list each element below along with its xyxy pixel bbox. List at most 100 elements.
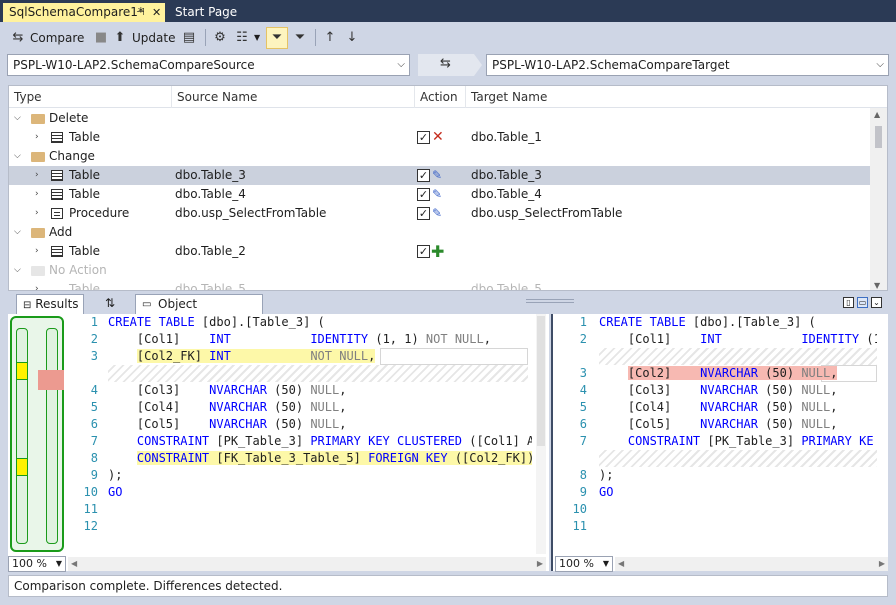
update-button[interactable]: ⬆ Update [112, 27, 176, 49]
type-cell: Table [69, 187, 101, 201]
target-zoom-select[interactable]: 100 % ▼ [555, 556, 613, 572]
stop-button[interactable]: ■ [93, 27, 109, 49]
options-button[interactable]: ⚙ [212, 27, 228, 49]
scroll-thumb[interactable] [537, 316, 545, 446]
column-header-type[interactable]: Type [9, 86, 172, 108]
results-icon: ⊟ [23, 300, 32, 311]
toolbar-separator [315, 29, 316, 46]
include-checkbox[interactable]: ✓ [417, 188, 430, 201]
line-number: 10 [572, 502, 587, 516]
expand-chevron-icon[interactable]: › [35, 280, 39, 290]
collapse-pane-button[interactable]: ⌄ [871, 297, 882, 308]
tab-results[interactable]: ⊟ Results [16, 294, 84, 314]
column-header-target-name[interactable]: Target Name [466, 86, 871, 108]
folder-icon [31, 266, 45, 276]
code-line: ); [599, 468, 614, 482]
filter-icon: ⏷ [271, 30, 283, 45]
type-cell: Table [69, 244, 101, 258]
table-row[interactable]: › Table dbo.Table_5 dbo.Table_5 [9, 280, 871, 290]
expand-chevron-icon[interactable]: › [35, 204, 39, 223]
expand-chevron-icon[interactable]: › [35, 128, 39, 147]
group-row-change[interactable]: ⌵ Change [9, 147, 871, 166]
grid-vertical-scrollbar[interactable]: ▲ ▼ [870, 108, 887, 290]
code-line: [Col2] NVARCHAR (50) NULL, [627, 366, 838, 380]
collapse-chevron-icon[interactable]: ⌵ [14, 147, 21, 166]
collapse-chevron-icon[interactable]: ⌵ [14, 109, 21, 128]
collapse-chevron-icon[interactable]: ⌵ [14, 261, 21, 280]
table-row[interactable]: › Table ✓ ✕ dbo.Table_1 [9, 128, 871, 147]
scroll-right-icon[interactable]: ▶ [879, 557, 885, 571]
group-row-add[interactable]: ⌵ Add [9, 223, 871, 242]
column-header-action[interactable]: Action [415, 86, 466, 108]
source-selector[interactable]: PSPL-W10-LAP2.SchemaCompareSource ⌵ [7, 54, 410, 76]
difference-overview-map[interactable] [10, 316, 64, 552]
filter-button[interactable]: ⏷ [266, 27, 288, 49]
source-horizontal-scrollbar[interactable]: ◀ ▶ [68, 557, 546, 571]
table-row[interactable]: › Table dbo.Table_2 ✓ ✚ [9, 242, 871, 261]
split-vertical-button[interactable]: ▯ [843, 297, 854, 308]
source-vertical-scrollbar[interactable] [536, 314, 546, 554]
tab-object-definitions[interactable]: ▭ Object Definitions [135, 294, 263, 330]
group-row-delete[interactable]: ⌵ Delete [9, 109, 871, 128]
table-row[interactable]: › Table dbo.Table_3 ✓ ✎ dbo.Table_3 [9, 166, 871, 185]
next-change-button[interactable]: ↓ [344, 27, 360, 49]
type-cell: Table [69, 168, 101, 182]
overview-lane-source [16, 328, 28, 544]
tab-sort-toggle[interactable]: ⇅ [100, 294, 128, 314]
source-zoom-select[interactable]: 100 % ▼ [8, 556, 66, 572]
compare-icon: ⇆ [12, 30, 24, 45]
source-script-pane: 1 2 3 4 5 6 7 8 9 10 11 12 CREATE TABLE … [8, 314, 549, 572]
splitter-grip[interactable] [526, 299, 574, 303]
line-number: 6 [579, 417, 587, 431]
line-number: 6 [90, 417, 98, 431]
compare-button[interactable]: ⇆ Compare [10, 27, 85, 49]
scroll-left-icon[interactable]: ◀ [71, 557, 77, 571]
group-row-no-action[interactable]: ⌵ No Action [9, 261, 871, 280]
source-code-editor[interactable]: CREATE TABLE [dbo].[Table_3] ( [Col1] IN… [108, 314, 532, 554]
target-horizontal-scrollbar[interactable]: ◀ ▶ [615, 557, 888, 571]
chevron-down-icon: ⌵ [397, 59, 405, 70]
zoom-value: 100 % [12, 557, 47, 570]
target-selector[interactable]: PSPL-W10-LAP2.SchemaCompareTarget ⌵ [486, 54, 889, 76]
endpoint-selectors: PSPL-W10-LAP2.SchemaCompareSource ⌵ ⇆ PS… [0, 52, 896, 82]
source-name-cell: dbo.Table_3 [175, 168, 246, 182]
include-checkbox[interactable]: ✓ [417, 245, 430, 258]
generate-script-button[interactable]: ▤ [181, 27, 197, 49]
changed-line-box [380, 348, 528, 365]
column-header-source-name[interactable]: Source Name [172, 86, 415, 108]
group-results-button[interactable]: ☷ ▼ [234, 27, 260, 49]
scroll-down-icon[interactable]: ▼ [874, 281, 880, 290]
table-icon [51, 170, 63, 181]
include-checkbox[interactable]: ✓ [417, 207, 430, 220]
tab-start-page[interactable]: Start Page [169, 3, 243, 22]
results-label: Results [35, 297, 79, 311]
tab-schema-compare[interactable]: SqlSchemaCompare1* ⊣ ✕ [3, 3, 165, 22]
gear-icon: ⚙ [214, 30, 226, 45]
expand-chevron-icon[interactable]: › [35, 166, 39, 185]
include-checkbox[interactable]: ✓ [417, 169, 430, 182]
table-row[interactable]: › Procedure dbo.usp_SelectFromTable ✓ ✎ … [9, 204, 871, 223]
pin-icon[interactable]: ⊣ [136, 3, 145, 22]
source-name-cell: dbo.Table_4 [175, 187, 246, 201]
line-number: 7 [90, 434, 98, 448]
clear-filter-icon: ⏷ [294, 30, 306, 45]
type-cell: Procedure [69, 206, 130, 220]
expand-chevron-icon[interactable]: › [35, 242, 39, 261]
close-icon[interactable]: ✕ [152, 3, 161, 22]
previous-change-button[interactable]: ↑ [322, 27, 338, 49]
include-checkbox[interactable]: ✓ [417, 131, 430, 144]
type-cell: Table [69, 130, 101, 144]
scroll-thumb[interactable] [875, 126, 882, 148]
table-icon [51, 246, 63, 257]
clear-filter-button[interactable]: ⏷ [292, 27, 308, 49]
expand-chevron-icon[interactable]: › [35, 185, 39, 204]
table-row[interactable]: › Table dbo.Table_4 ✓ ✎ dbo.Table_4 [9, 185, 871, 204]
change-action-icon: ✎ [432, 168, 443, 182]
swap-direction-button[interactable]: ⇆ [418, 54, 482, 76]
scroll-up-icon[interactable]: ▲ [874, 110, 880, 119]
scroll-left-icon[interactable]: ◀ [618, 557, 624, 571]
target-code-editor[interactable]: CREATE TABLE [dbo].[Table_3] ( [Col1] IN… [599, 314, 877, 554]
scroll-right-icon[interactable]: ▶ [537, 557, 543, 571]
split-horizontal-button[interactable]: ▭ [857, 297, 868, 308]
collapse-chevron-icon[interactable]: ⌵ [14, 223, 21, 242]
